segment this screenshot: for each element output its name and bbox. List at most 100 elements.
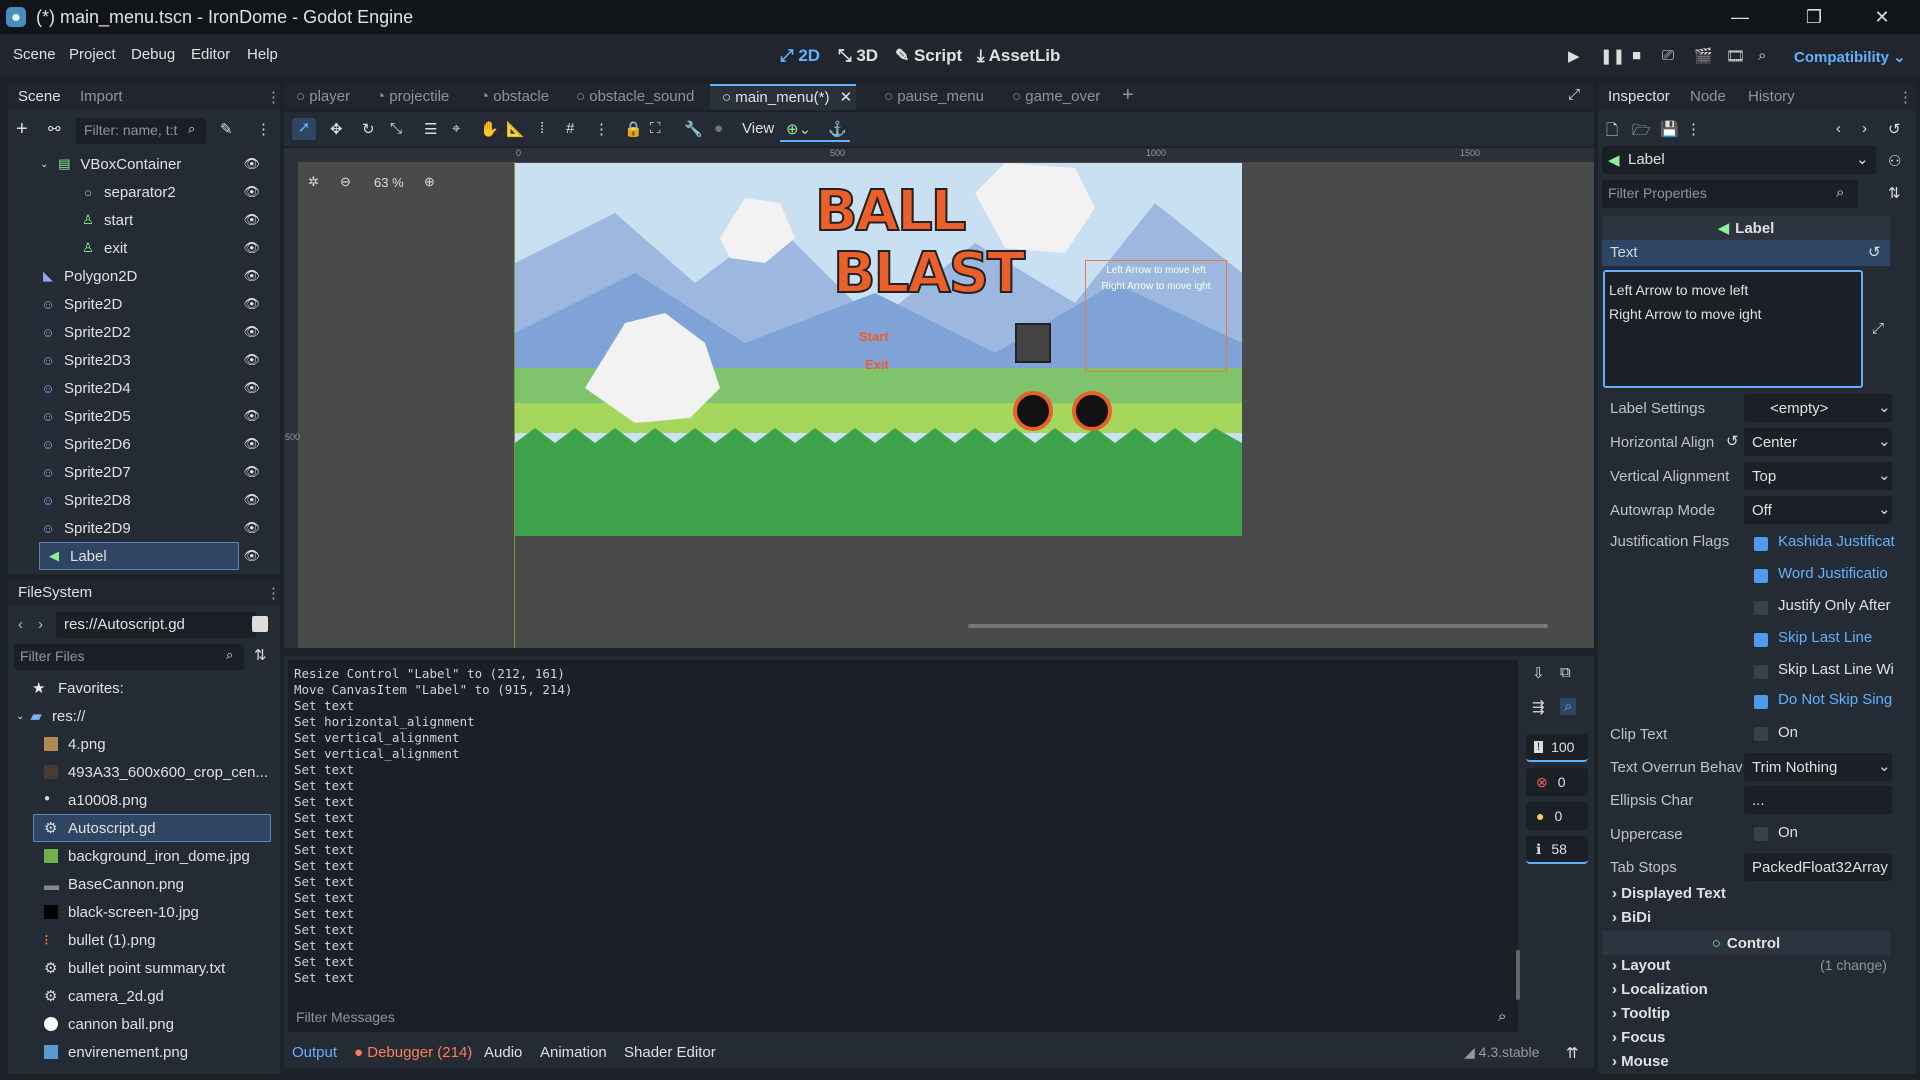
- prop-tab-stops[interactable]: Tab Stops PackedFloat32Array: [1602, 851, 1892, 883]
- add-anchor-icon[interactable]: ⊕⌄: [786, 120, 811, 138]
- flag-checkbox[interactable]: [1754, 537, 1768, 551]
- tree-node-sprite2d9[interactable]: ☺ Sprite2D9 👁: [8, 514, 268, 542]
- visibility-eye-icon[interactable]: 👁: [243, 520, 260, 536]
- close-tab-icon[interactable]: ✕: [840, 89, 853, 106]
- collapse-log-icon[interactable]: ⇶: [1532, 698, 1545, 716]
- visibility-eye-icon[interactable]: 👁: [243, 408, 260, 424]
- dock-menu-icon[interactable]: ⋮: [266, 88, 281, 106]
- tab-history[interactable]: History: [1748, 88, 1795, 105]
- tab-filesystem[interactable]: FileSystem: [18, 584, 92, 601]
- prop-value[interactable]: Off: [1744, 496, 1892, 524]
- back-icon[interactable]: ‹: [18, 616, 23, 633]
- uppercase-checkbox[interactable]: [1754, 827, 1768, 841]
- file-row[interactable]: 4.png: [8, 730, 268, 758]
- filter-messages-input[interactable]: Filter Messages ⌕: [288, 1004, 1518, 1032]
- zoom-level[interactable]: 63 %: [374, 175, 404, 190]
- visibility-eye-icon[interactable]: 👁: [243, 240, 260, 256]
- anchor-icon[interactable]: ⚓: [828, 120, 847, 138]
- filter-properties-input[interactable]: Filter Properties ⌕: [1602, 180, 1858, 208]
- open-resource-icon[interactable]: 🗁: [1632, 120, 1651, 145]
- tab-output[interactable]: Output: [292, 1044, 337, 1061]
- revert-icon[interactable]: ↺: [1868, 243, 1881, 261]
- scene-tab-game-over[interactable]: ○ game_over: [1012, 88, 1100, 105]
- view-menu[interactable]: View: [742, 120, 774, 137]
- prop-label-settings[interactable]: Label Settings <empty> ⌄: [1602, 392, 1892, 424]
- link-icon[interactable]: ⚯: [48, 120, 61, 138]
- play-icon[interactable]: ▶: [1568, 47, 1580, 65]
- prop-ellipsis-char[interactable]: Ellipsis Char...: [1602, 784, 1892, 816]
- res-root-row[interactable]: ⌄ ▰ res://: [8, 702, 268, 730]
- visibility-eye-icon[interactable]: 👁: [243, 464, 260, 480]
- game-start-button[interactable]: Start: [859, 329, 889, 344]
- visibility-eye-icon[interactable]: 👁: [243, 324, 260, 340]
- visibility-eye-icon[interactable]: 👁: [243, 492, 260, 508]
- collapse-arrow-icon[interactable]: ⌄: [16, 711, 24, 722]
- forward-icon[interactable]: ›: [38, 616, 43, 633]
- movie-maker-icon[interactable]: ⌕: [1758, 47, 1766, 64]
- scene-tab-obstacle-sound[interactable]: ○ obstacle_sound: [576, 88, 694, 105]
- section-bidi[interactable]: › BiDi: [1612, 909, 1651, 926]
- pause-icon[interactable]: ❚❚: [1600, 47, 1625, 65]
- h-scrollbar[interactable]: [298, 620, 1588, 632]
- tab-scene[interactable]: Scene: [18, 88, 61, 105]
- tab-audio[interactable]: Audio: [484, 1044, 522, 1061]
- prop-uppercase[interactable]: Uppercase On: [1602, 818, 1892, 850]
- tree-node-polygon2d[interactable]: ◣ Polygon2D 👁: [8, 262, 268, 290]
- canvas-viewport[interactable]: 0 500 1000 1500 500 ✲ ⊖ 63 % ⊕ BALL BLAS…: [284, 148, 1594, 648]
- tree-node-sprite2d4[interactable]: ☺ Sprite2D4 👁: [8, 374, 268, 402]
- property-options-icon[interactable]: ⇅: [1888, 184, 1901, 202]
- visibility-eye-icon[interactable]: 👁: [243, 352, 260, 368]
- renderer-dropdown[interactable]: Compatibility ⌄: [1794, 48, 1906, 66]
- tree-node-start[interactable]: ♙ start 👁: [8, 206, 268, 234]
- move-tool-icon[interactable]: ✥: [330, 120, 343, 138]
- script-attach-icon[interactable]: ✎: [220, 120, 233, 138]
- error-count-badge[interactable]: ⊗ 0: [1526, 768, 1588, 796]
- node-selector[interactable]: ◀ Label ⌄: [1602, 146, 1876, 174]
- section-displayed-text[interactable]: › Displayed Text: [1612, 885, 1726, 902]
- mode-3d-button[interactable]: ⤡ 3D: [838, 46, 878, 66]
- log-scrollbar-thumb[interactable]: [1516, 950, 1520, 1000]
- tree-node-vboxcontainer[interactable]: ⌄ ▤ VBoxContainer 👁: [8, 150, 268, 178]
- visibility-eye-icon[interactable]: 👁: [243, 212, 260, 228]
- mode-assetlib-button[interactable]: ⤓ AssetLib: [977, 46, 1060, 66]
- file-row[interactable]: envirenement.png: [8, 1038, 268, 1066]
- message-count-badge[interactable]: ! 100: [1526, 734, 1588, 762]
- menu-project[interactable]: Project: [69, 46, 116, 63]
- tab-animation[interactable]: Animation: [540, 1044, 607, 1061]
- prop-value[interactable]: Trim Nothing: [1744, 753, 1892, 781]
- file-row[interactable]: 493A33_600x600_crop_cen...: [8, 758, 268, 786]
- flag-checkbox[interactable]: [1754, 569, 1768, 583]
- ruler-tool-icon[interactable]: 📐: [506, 120, 525, 138]
- revert-icon[interactable]: ↺: [1726, 432, 1739, 450]
- distraction-free-icon[interactable]: ⤢: [1568, 86, 1580, 103]
- file-row[interactable]: cannon ball.png: [8, 1010, 268, 1038]
- save-resource-icon[interactable]: 💾: [1660, 120, 1679, 138]
- scene-filter-input[interactable]: Filter: name, t:t ⌕: [76, 118, 206, 144]
- clear-log-icon[interactable]: ⇩: [1532, 664, 1545, 682]
- tree-node-sprite2d8[interactable]: ☺ Sprite2D8 👁: [8, 486, 268, 514]
- visibility-eye-icon[interactable]: 👁: [243, 184, 260, 200]
- history-forward-icon[interactable]: ›: [1862, 120, 1867, 137]
- tab-inspector[interactable]: Inspector: [1608, 88, 1670, 105]
- file-row[interactable]: ⚙ bullet point summary.txt: [8, 954, 268, 982]
- search-log-icon[interactable]: ⌕: [1560, 698, 1577, 715]
- pan-tool-icon[interactable]: ✋: [480, 120, 499, 138]
- visibility-eye-icon[interactable]: 👁: [243, 268, 260, 284]
- section-tooltip[interactable]: › Tooltip: [1612, 1005, 1670, 1022]
- prop-clip-text[interactable]: Clip Text On: [1602, 718, 1892, 750]
- section-focus[interactable]: › Focus: [1612, 1029, 1665, 1046]
- file-filter-input[interactable]: Filter Files ⌕: [14, 644, 244, 670]
- file-row[interactable]: ⁝ bullet (1).png: [8, 926, 268, 954]
- minimize-icon[interactable]: —: [1710, 0, 1770, 34]
- scene-tab-pause-menu[interactable]: ○ pause_menu: [884, 88, 984, 105]
- zoom-out-icon[interactable]: ⊖: [340, 174, 351, 190]
- tab-import[interactable]: Import: [80, 88, 123, 105]
- copy-log-icon[interactable]: ⧉: [1560, 664, 1571, 681]
- scene-tab-player[interactable]: ○ player: [296, 88, 350, 105]
- sort-icon[interactable]: ⇅: [254, 646, 267, 664]
- tree-node-sprite2d2[interactable]: ☺ Sprite2D2 👁: [8, 318, 268, 346]
- play-scene-icon[interactable]: 🎬: [1694, 47, 1713, 65]
- prop-vertical-alignment[interactable]: Vertical Alignment Top ⌄: [1602, 460, 1892, 492]
- file-row[interactable]: ▬ BaseCannon.png: [8, 870, 268, 898]
- select-tool-icon[interactable]: ➚: [292, 118, 316, 140]
